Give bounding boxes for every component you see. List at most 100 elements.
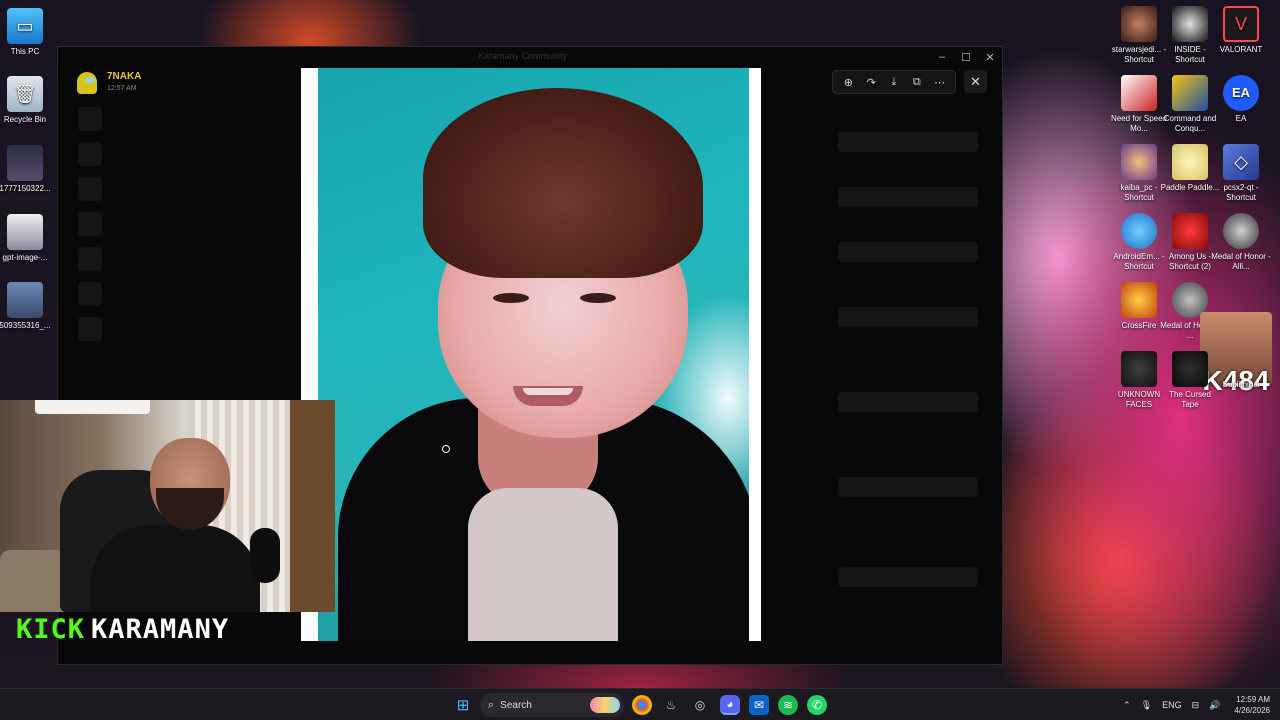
search-icon: ⌕	[488, 698, 495, 711]
jedi-game-icon	[1121, 6, 1157, 42]
maximize-button[interactable]: ☐	[954, 47, 978, 67]
whatsapp-icon[interactable]: ✆	[807, 695, 827, 715]
inside-game-icon	[1172, 6, 1208, 42]
webcam-air-conditioner	[35, 400, 150, 414]
photo-eye	[493, 293, 529, 303]
mouse-cursor	[442, 445, 450, 453]
windows-start-icon[interactable]: ⊞	[453, 695, 473, 715]
search-highlight-badge	[590, 697, 620, 713]
taskbar-search[interactable]: ⌕ Search	[480, 693, 624, 717]
poster-name[interactable]: 7NAKA	[107, 71, 141, 82]
server-icon[interactable]	[78, 282, 102, 306]
server-icon[interactable]	[78, 107, 102, 131]
taskbar: ⊞ ⌕ Search ♨ ◎ ◕ ✉ ≋ ✆ ⌃ 🎙 ENG ⊟ 🔊 12:59…	[0, 688, 1280, 720]
crossfire-icon	[1121, 282, 1157, 318]
server-icon[interactable]	[78, 142, 102, 166]
minimize-button[interactable]: –	[930, 47, 954, 67]
desktop-icon-image-2[interactable]: gpt-image-...	[0, 214, 55, 263]
spotify-icon[interactable]: ≋	[778, 695, 798, 715]
among-us-icon	[1172, 213, 1208, 249]
desktop-icon-valorant[interactable]: V VALORANT	[1211, 6, 1271, 55]
desktop-icon-label: gpt-image-...	[2, 253, 48, 262]
recycle-bin-icon: 🗑	[7, 76, 43, 112]
close-window-button[interactable]: ✕	[978, 47, 1002, 67]
window-controls: – ☐ ✕	[930, 47, 1002, 67]
desktop-icon-subliminal[interactable]: Subliminal	[1211, 380, 1271, 390]
cursed-tape-icon	[1172, 351, 1208, 387]
member-row[interactable]	[838, 307, 978, 327]
close-viewer-button[interactable]: ✕	[964, 70, 987, 93]
desktop-icon-recycle-bin[interactable]: 🗑 Recycle Bin	[0, 76, 55, 125]
member-row[interactable]	[838, 242, 978, 262]
desktop-icon-label: Subliminal	[1222, 380, 1260, 389]
network-icon[interactable]: ⊟	[1192, 700, 1200, 711]
paddle-game-icon	[1172, 144, 1208, 180]
microphone-icon[interactable]: 🎙	[1141, 700, 1152, 711]
desktop-icon-ea[interactable]: EA EA	[1211, 75, 1271, 124]
clock-date: 4/26/2026	[1234, 706, 1270, 715]
language-indicator[interactable]: ENG	[1162, 700, 1182, 710]
desktop-icon-pcsx2[interactable]: ◇ pcsx2-qt - Shortcut	[1211, 144, 1271, 203]
stream-brand-banner: KICK KARAMANY	[16, 613, 229, 645]
medal-of-honor-icon	[1223, 213, 1259, 249]
open-in-browser-icon[interactable]: ⧉	[907, 76, 927, 89]
channel-name: KARAMANY	[91, 613, 230, 645]
image-file-icon	[7, 282, 43, 318]
clock[interactable]: 12:59 AM 4/26/2026	[1234, 694, 1270, 716]
ea-app-icon: EA	[1223, 75, 1259, 111]
download-icon[interactable]: ⤓	[884, 76, 904, 89]
photo-hair	[423, 88, 703, 278]
discord-icon[interactable]: ◕	[720, 695, 740, 715]
search-label: Search	[500, 699, 532, 711]
photo-mouth	[513, 386, 583, 406]
image-file-icon	[7, 214, 43, 250]
tray-overflow-icon[interactable]: ⌃	[1123, 700, 1131, 711]
outlook-icon[interactable]: ✉	[749, 695, 769, 715]
volume-icon[interactable]: 🔊	[1209, 700, 1220, 711]
desktop-icon-label: 509355316_...	[0, 321, 51, 330]
image-file-icon	[7, 145, 43, 181]
member-row[interactable]	[838, 187, 978, 207]
server-icon[interactable]	[78, 247, 102, 271]
member-row[interactable]	[838, 132, 978, 152]
desktop-icon-label: VALORANT	[1219, 45, 1263, 54]
unknown-faces-icon	[1121, 351, 1157, 387]
forward-icon[interactable]: ↷	[861, 76, 881, 89]
desktop-icon-this-pc[interactable]: ▭ This PC	[0, 8, 55, 57]
webcam-microphone	[250, 528, 280, 583]
monitor-icon: ▭	[7, 8, 43, 44]
desktop-icon-image-1[interactable]: 1777150322...	[0, 145, 55, 194]
nfs-game-icon	[1121, 75, 1157, 111]
server-icon[interactable]	[78, 177, 102, 201]
desktop-icon-label: Recycle Bin	[3, 115, 47, 124]
desktop-icon-label: This PC	[10, 47, 40, 56]
member-row[interactable]	[838, 392, 978, 412]
desktop-icon-label: EA	[1235, 114, 1247, 123]
desktop-icon-label: 1777150322...	[0, 184, 51, 193]
member-row[interactable]	[838, 477, 978, 497]
kaiba-game-icon	[1121, 144, 1157, 180]
kick-logo: KICK	[16, 613, 86, 645]
viewed-image[interactable]	[301, 68, 761, 641]
app-icon[interactable]: ◎	[690, 695, 710, 715]
photo-shirt	[468, 488, 618, 641]
server-icon[interactable]	[78, 317, 102, 341]
zoom-icon[interactable]: ⊕	[838, 76, 858, 89]
portrait-photo	[318, 68, 749, 641]
chrome-icon[interactable]	[632, 695, 652, 715]
cnc-game-icon	[1172, 75, 1208, 111]
desktop-icon-label: pcsx2-qt - Shortcut	[1223, 183, 1259, 202]
clock-time: 12:59 AM	[1236, 695, 1270, 704]
webcam-curtain-dark	[290, 400, 335, 612]
poster-timestamp: 12:57 AM	[107, 85, 137, 92]
steam-icon[interactable]: ♨	[661, 695, 681, 715]
desktop-icon-medal-of-honor[interactable]: Medal of Honor - Alli...	[1211, 213, 1271, 272]
desktop-icon-label: The Cursed Tape	[1169, 390, 1211, 409]
system-tray: ⌃ 🎙 ENG ⊟ 🔊 12:59 AM 4/26/2026	[1113, 689, 1270, 720]
member-row[interactable]	[838, 567, 978, 587]
more-options-icon[interactable]: ⋯	[930, 76, 950, 89]
desktop-icon-image-3[interactable]: 509355316_...	[0, 282, 55, 331]
desktop-icon-label: Medal of Honor - Alli...	[1211, 252, 1271, 271]
webcam-streamer-body	[90, 525, 260, 612]
server-icon[interactable]	[78, 212, 102, 236]
